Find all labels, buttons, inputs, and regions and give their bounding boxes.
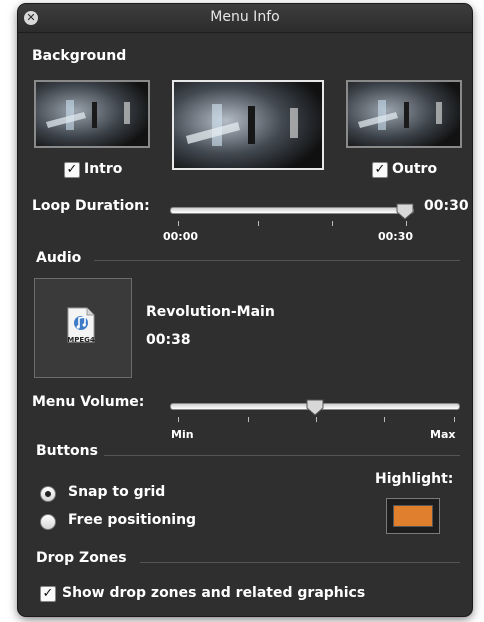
drop-zones-separator (140, 562, 460, 563)
outro-thumbnail[interactable] (346, 80, 462, 148)
menu-volume-label: Menu Volume: (32, 394, 145, 410)
loop-duration-knob[interactable] (396, 202, 414, 220)
loop-duration-value: 00:30 (424, 198, 469, 214)
window-title: Menu Info (210, 9, 280, 25)
background-section-title: Background (32, 48, 127, 64)
intro-checkbox[interactable]: ✓ (64, 162, 80, 178)
mpeg4-badge: MPEG4 (67, 336, 95, 344)
audio-separator (94, 260, 460, 261)
outro-checkbox[interactable]: ✓ (372, 162, 388, 178)
loop-tick (178, 221, 179, 226)
volume-min-label: Min (171, 428, 194, 441)
checkmark-icon: ✓ (66, 162, 78, 177)
menu-volume-slider[interactable] (170, 398, 460, 418)
volume-max-label: Max (430, 428, 456, 441)
radio-selected-dot (45, 491, 51, 497)
loop-tick-end-label: 00:30 (378, 230, 414, 243)
snap-to-grid-radio[interactable] (40, 486, 56, 502)
drop-zones-section-title: Drop Zones (36, 550, 127, 566)
intro-thumbnail-image (36, 82, 148, 146)
buttons-section-title: Buttons (36, 443, 98, 459)
free-positioning-label: Free positioning (68, 512, 197, 528)
loop-tick (258, 221, 259, 226)
loop-tick (406, 221, 407, 226)
outro-label: Outro (392, 161, 438, 177)
show-drop-zones-label: Show drop zones and related graphics (62, 585, 366, 601)
snap-to-grid-label: Snap to grid (68, 484, 166, 500)
loop-tick-start-label: 00:00 (163, 230, 199, 243)
title-bar[interactable]: ✕ Menu Info (18, 4, 472, 33)
checkmark-icon: ✓ (42, 586, 54, 601)
volume-tick (384, 417, 385, 422)
free-positioning-radio[interactable] (40, 514, 56, 530)
highlight-label: Highlight: (375, 471, 454, 487)
loop-duration-track (170, 207, 414, 214)
menu-info-panel: ✕ Menu Info Background ✓ Intro ✓ Outro L… (18, 4, 472, 616)
checkmark-icon: ✓ (374, 162, 386, 177)
audio-drop-well[interactable]: MPEG4 (34, 278, 132, 378)
volume-tick (316, 417, 317, 422)
highlight-color-well[interactable] (386, 498, 440, 534)
intro-thumbnail[interactable] (34, 80, 150, 148)
audio-track-name: Revolution-Main (146, 304, 275, 320)
audio-section-title: Audio (36, 250, 82, 266)
volume-tick (248, 417, 249, 422)
menu-volume-knob[interactable] (306, 398, 324, 416)
highlight-color-swatch (393, 505, 433, 527)
intro-label: Intro (84, 161, 123, 177)
buttons-separator (104, 455, 460, 456)
loop-duration-label: Loop Duration: (32, 198, 150, 214)
outro-thumbnail-image (348, 82, 460, 146)
volume-tick (454, 417, 455, 422)
volume-tick (178, 417, 179, 422)
loop-tick (332, 221, 333, 226)
main-menu-thumbnail[interactable] (172, 80, 324, 170)
audio-track-duration: 00:38 (146, 332, 191, 348)
show-drop-zones-checkbox[interactable]: ✓ (40, 586, 56, 602)
main-thumbnail-image (174, 82, 322, 168)
loop-duration-slider[interactable] (170, 202, 414, 222)
